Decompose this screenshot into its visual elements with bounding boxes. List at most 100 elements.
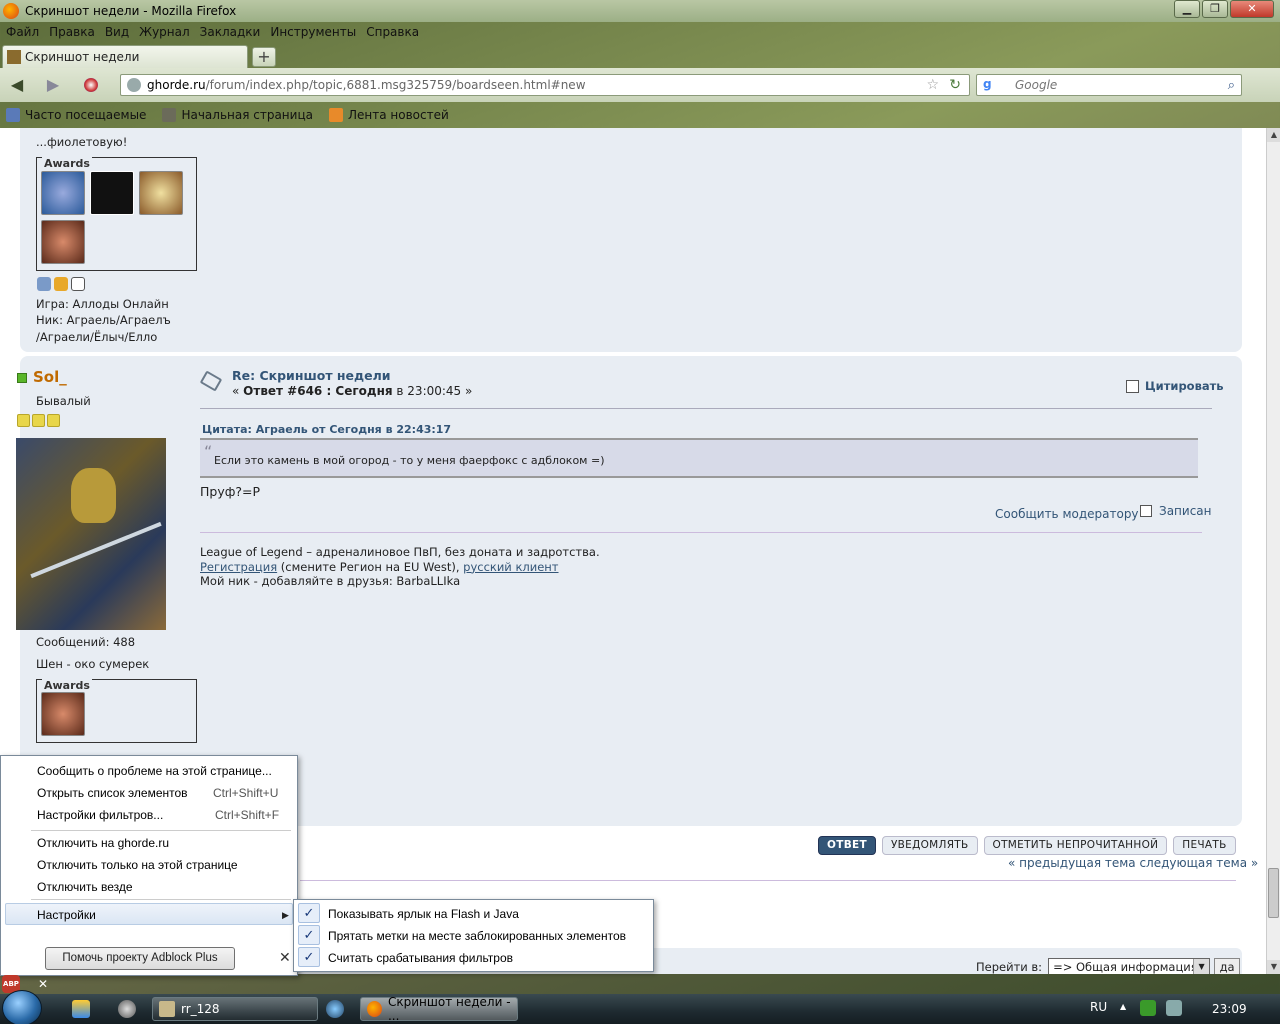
- quote-block: “ Если это камень в мой огород - то у ме…: [200, 438, 1198, 478]
- search-input[interactable]: [1015, 78, 1205, 92]
- firefox-logo-icon: [3, 3, 19, 19]
- url-bar[interactable]: ghorde.ru/forum/index.php/topic,6881.msg…: [120, 74, 970, 96]
- window-title: Скриншот недели - Mozilla Firefox: [25, 4, 237, 18]
- menu-open-blockable-items[interactable]: Открыть список элементов: [37, 786, 188, 800]
- award-warrior-icon[interactable]: [41, 220, 85, 264]
- menu-settings[interactable]: Настройки: [37, 908, 96, 922]
- close-icon[interactable]: ✕: [38, 977, 48, 991]
- maximize-button[interactable]: ❐: [1202, 0, 1228, 18]
- checkmark-icon: ✓: [298, 903, 320, 923]
- board-select[interactable]: => Общая информация ▼: [1048, 958, 1211, 974]
- rank-stars: [17, 414, 62, 427]
- antivirus-icon[interactable]: [1140, 1000, 1156, 1016]
- award-warrior-icon[interactable]: [41, 692, 85, 736]
- vertical-scrollbar[interactable]: ▲ ▼: [1266, 128, 1280, 974]
- firefox-icon: [367, 1001, 382, 1017]
- notify-button[interactable]: УВЕДОМЛЯТЬ: [881, 836, 978, 855]
- clock[interactable]: 23:09: [1212, 1002, 1247, 1016]
- bookmark-star-icon[interactable]: ☆: [926, 77, 939, 93]
- russian-client-link[interactable]: русский клиент: [463, 560, 558, 574]
- tab-current[interactable]: Скриншот недели: [2, 45, 248, 68]
- tab-strip: Скриншот недели +: [0, 44, 1280, 68]
- steam-icon[interactable]: [118, 1000, 136, 1018]
- bookmark-most-visited[interactable]: Часто посещаемые: [6, 108, 146, 122]
- back-button[interactable]: ◀: [6, 75, 28, 95]
- go-button[interactable]: да: [1214, 958, 1241, 974]
- award-dragon-icon[interactable]: [90, 171, 134, 215]
- site-favicon-icon: [7, 50, 21, 64]
- topic-navigation[interactable]: « предыдущая тема следующая тема »: [1008, 856, 1258, 870]
- report-to-moderator-link[interactable]: Сообщить модератору: [995, 507, 1139, 521]
- profile-icon[interactable]: [37, 277, 51, 291]
- taskbar-task-rr128[interactable]: rr_128: [152, 997, 318, 1021]
- help-adblock-button[interactable]: Помочь проекту Adblock Plus: [45, 947, 235, 970]
- bookmark-home-page[interactable]: Начальная страница: [162, 108, 313, 122]
- awards-label: Awards: [42, 679, 92, 692]
- language-indicator[interactable]: RU: [1090, 1000, 1107, 1014]
- menu-disable-on-page[interactable]: Отключить только на этой странице: [37, 858, 238, 872]
- menu-report-issue[interactable]: Сообщить о проблеме на этой странице...: [37, 764, 272, 778]
- checkmark-icon: ✓: [298, 947, 320, 967]
- scroll-down-icon[interactable]: ▼: [1267, 960, 1280, 974]
- app-pinned-icon[interactable]: [72, 1000, 90, 1018]
- game-info: Игра: Аллоды Онлайн: [36, 297, 169, 311]
- scroll-up-icon[interactable]: ▲: [1267, 128, 1280, 142]
- search-icon[interactable]: ⌕: [1228, 78, 1235, 93]
- post-subject[interactable]: Re: Скриншот недели: [232, 368, 391, 383]
- board-select-value: => Общая информация: [1053, 960, 1198, 974]
- menu-show-flash-tabs[interactable]: Показывать ярлык на Flash и Java: [328, 907, 519, 921]
- bookmark-news-feed[interactable]: Лента новостей: [328, 108, 449, 122]
- award-sword-icon[interactable]: [139, 171, 183, 215]
- post-username[interactable]: Sol_: [33, 368, 67, 386]
- awards-label: Awards: [42, 157, 92, 170]
- menu-bookmarks[interactable]: Закладки: [200, 25, 261, 39]
- menu-history[interactable]: Журнал: [139, 25, 190, 39]
- mark-unread-button[interactable]: ОТМЕТИТЬ НЕПРОЧИТАННОЙ: [983, 836, 1168, 855]
- globe-icon: [127, 78, 141, 92]
- menu-count-filter-hits[interactable]: Считать срабатывания фильтров: [328, 951, 513, 965]
- task-label: rr_128: [181, 1002, 220, 1016]
- network-icon[interactable]: [1166, 1000, 1182, 1016]
- close-icon[interactable]: ✕: [279, 949, 291, 966]
- print-button[interactable]: ПЕЧАТЬ: [1173, 836, 1236, 855]
- scroll-thumb[interactable]: [1268, 868, 1279, 918]
- registration-link[interactable]: Регистрация: [200, 560, 277, 574]
- ip-icon: [1140, 505, 1152, 517]
- taskbar-task-firefox[interactable]: Скриншот недели - ...: [360, 995, 518, 1023]
- meta-time: в 23:00:45 »: [392, 384, 473, 398]
- app-icon[interactable]: [326, 1000, 344, 1018]
- menu-file[interactable]: Файл: [6, 25, 39, 39]
- quote-header[interactable]: Цитата: Аграель от Сегодня в 22:43:17: [202, 423, 451, 436]
- close-button[interactable]: ✕: [1230, 0, 1274, 18]
- forward-button[interactable]: ▶: [42, 75, 64, 95]
- menu-tools[interactable]: Инструменты: [270, 25, 356, 39]
- bookmarks-bar: Часто посещаемые Начальная страница Лент…: [0, 104, 1280, 126]
- message-icon[interactable]: [71, 277, 85, 291]
- menu-disable-everywhere[interactable]: Отключить везде: [37, 880, 133, 894]
- nick-info: Ник: Аграель/Аграелъ: [36, 313, 171, 327]
- menu-help[interactable]: Справка: [366, 25, 419, 39]
- task-label: Скриншот недели - ...: [387, 995, 511, 1023]
- divider: [300, 880, 1236, 881]
- reply-button[interactable]: ОТВЕТ: [818, 836, 876, 855]
- reload-icon[interactable]: ↻: [949, 77, 961, 93]
- user-rank: Бывалый: [36, 394, 91, 408]
- menu-view[interactable]: Вид: [105, 25, 129, 39]
- awards-box: Awards: [36, 157, 197, 271]
- menu-filter-preferences[interactable]: Настройки фильтров...: [37, 808, 163, 822]
- search-bar[interactable]: g ⌕: [976, 74, 1242, 96]
- minimize-button[interactable]: ▁: [1174, 0, 1200, 18]
- award-ice-icon[interactable]: [41, 171, 85, 215]
- start-button[interactable]: [2, 990, 42, 1024]
- user-icon[interactable]: [54, 277, 68, 291]
- new-tab-button[interactable]: +: [252, 47, 276, 67]
- menu-edit[interactable]: Правка: [49, 25, 95, 39]
- quote-button[interactable]: Цитировать: [1126, 379, 1224, 393]
- user-avatar: [16, 438, 166, 630]
- chevron-down-icon[interactable]: ▼: [1193, 959, 1210, 974]
- menu-hide-placeholders[interactable]: Прятать метки на месте заблокированных э…: [328, 929, 626, 943]
- google-logo-icon[interactable]: g: [983, 77, 999, 93]
- menu-disable-on-site[interactable]: Отключить на ghorde.ru: [37, 836, 169, 850]
- tray-expand-icon[interactable]: ▲: [1120, 1002, 1126, 1011]
- star-icon: [17, 414, 30, 427]
